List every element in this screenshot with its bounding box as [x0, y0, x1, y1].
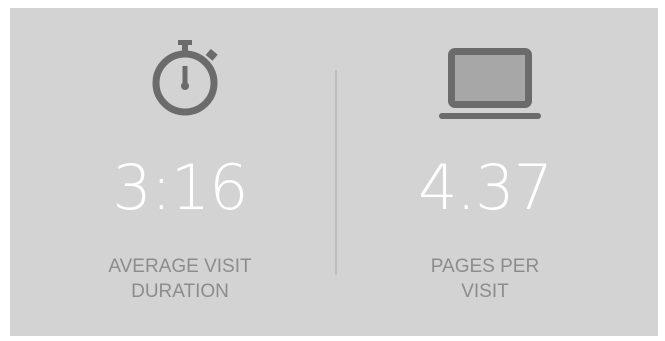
- pages-per-visit-label: PAGES PER VISIT: [370, 254, 600, 304]
- pages-per-visit-value: 4.37: [417, 151, 553, 224]
- label-line: DURATION: [131, 281, 229, 302]
- average-visit-duration-value: 3:16: [112, 151, 248, 224]
- pages-per-visit-stat: 4.37 PAGES PER VISIT: [370, 8, 600, 336]
- stats-panel: 3:16 AVERAGE VISIT DURATION 4.37 PAGES P…: [10, 8, 658, 336]
- average-visit-duration-stat: 3:16 AVERAGE VISIT DURATION: [65, 8, 295, 336]
- label-line: VISIT: [461, 281, 509, 302]
- label-line: PAGES PER: [430, 256, 540, 277]
- laptop-icon: [370, 8, 600, 128]
- average-visit-duration-label: AVERAGE VISIT DURATION: [65, 254, 295, 304]
- divider: [335, 70, 337, 275]
- label-line: AVERAGE VISIT: [108, 256, 252, 277]
- stopwatch-icon: [65, 8, 295, 128]
